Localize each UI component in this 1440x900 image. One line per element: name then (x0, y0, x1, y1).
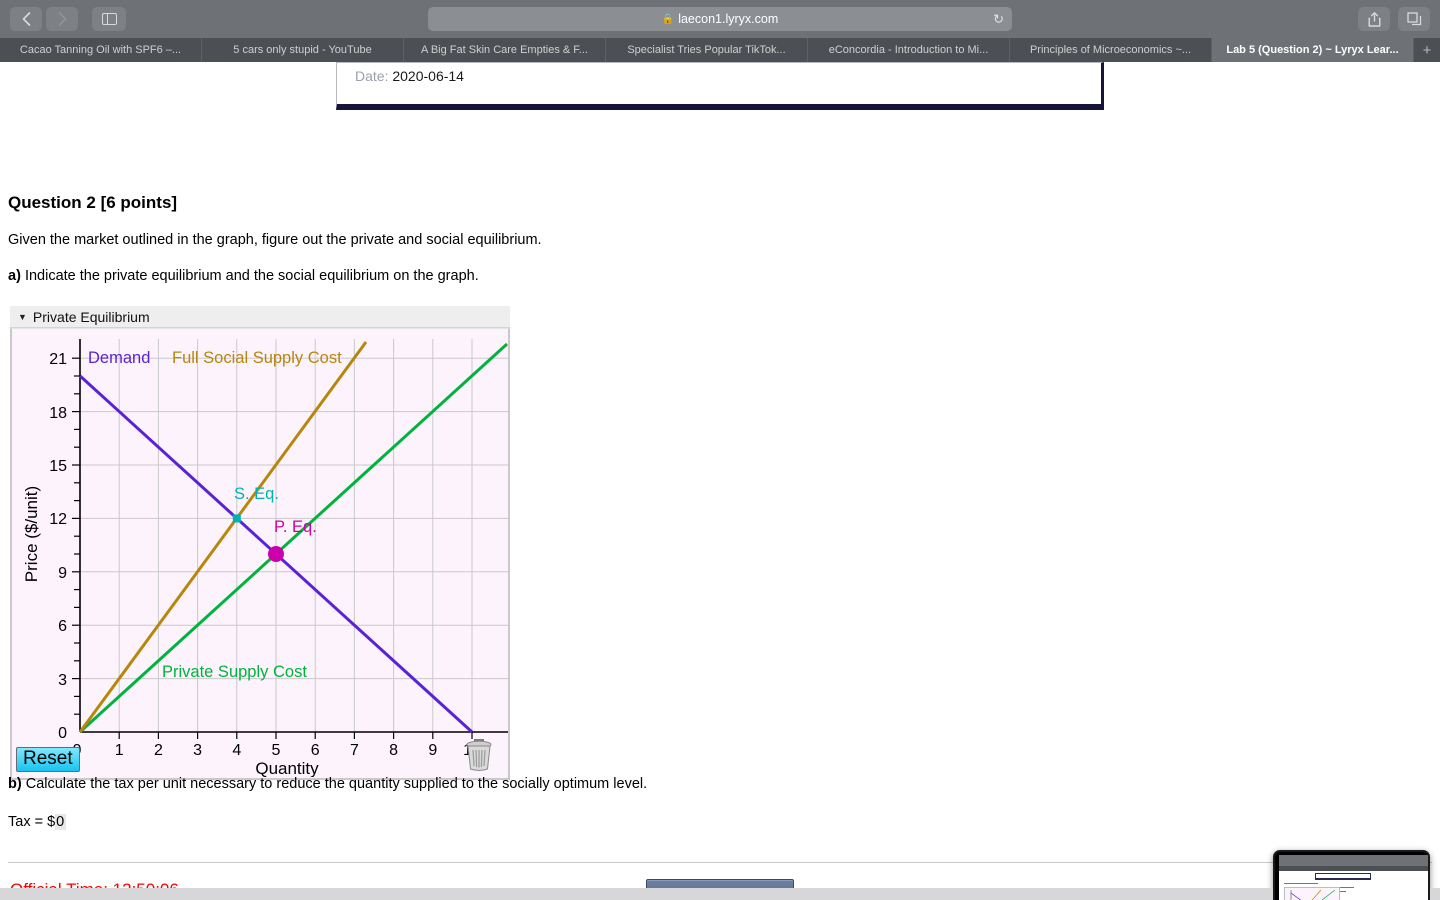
browser-tab-3[interactable]: Specialist Tries Popular TikTok... (606, 38, 808, 62)
y-tick-3: 3 (58, 672, 67, 689)
demand-curve-label: Demand (88, 349, 150, 367)
footer-divider (8, 862, 1432, 863)
question-intro-text: Given the market outlined in the graph, … (8, 232, 542, 248)
applet-panel-title: Private Equilibrium (32, 308, 150, 325)
x-tick-7: 7 (350, 742, 359, 759)
x-tick-6: 6 (311, 742, 320, 759)
question-part-a: a) Indicate the private equilibrium and … (8, 268, 479, 284)
social-equilibrium-label: S. Eq. (234, 485, 279, 503)
tax-answer-line: Tax = $ 0 (8, 814, 67, 830)
browser-tab-5[interactable]: Principles of Microeconomics ~... (1010, 38, 1212, 62)
equilibrium-graph[interactable]: 0 3 6 9 12 15 18 21 0 1 2 3 4 5 (12, 329, 508, 777)
browser-tab-4[interactable]: eConcordia - Introduction to Mi... (808, 38, 1010, 62)
toolbar-right-group (1358, 7, 1430, 31)
social-equilibrium-marker[interactable] (232, 514, 241, 523)
tax-label: Tax = $ (8, 814, 56, 830)
graph-applet: ▼ Private Equilibrium 0 3 6 9 12 15 18 2… (10, 306, 510, 780)
pip-text-line (1284, 883, 1318, 884)
picture-in-picture-window[interactable] (1273, 850, 1430, 900)
tab-bar: Cacao Tanning Oil with SPF6 –... 5 cars … (0, 38, 1440, 62)
back-button[interactable] (10, 7, 42, 31)
browser-toolbar: 🔒 laecon1.lyryx.com ↻ (0, 0, 1440, 38)
y-axis-label: Price ($/unit) (22, 486, 41, 582)
y-tick-9: 9 (58, 565, 67, 582)
chevron-down-icon[interactable]: ▼ (18, 312, 27, 322)
lock-icon: 🔒 (661, 13, 675, 25)
share-icon (1368, 11, 1380, 27)
sidebar-toggle-button[interactable] (92, 7, 126, 31)
assignment-date-value: 2020-06-14 (392, 68, 464, 84)
y-tick-18: 18 (49, 405, 67, 422)
reset-button[interactable]: Reset (16, 747, 80, 772)
private-equilibrium-marker[interactable] (268, 546, 284, 562)
address-bar-container: 🔒 laecon1.lyryx.com ↻ (428, 7, 1012, 31)
pip-header-box (1315, 873, 1371, 880)
assignment-date: Date: 2020-06-14 (355, 68, 464, 84)
browser-chrome: 🔒 laecon1.lyryx.com ↻ Cacao Tanning Oil … (0, 0, 1440, 62)
navigation-buttons (10, 7, 126, 31)
forward-button[interactable] (46, 7, 78, 31)
y-tick-15: 15 (49, 458, 67, 475)
applet-header[interactable]: ▼ Private Equilibrium (10, 306, 510, 328)
pip-page-preview (1279, 855, 1428, 900)
applet-body[interactable]: 0 3 6 9 12 15 18 21 0 1 2 3 4 5 (10, 328, 510, 780)
tabs-overview-icon (1406, 12, 1421, 26)
y-tick-6: 6 (58, 618, 67, 635)
part-b-marker: b) (8, 776, 22, 792)
y-tick-21: 21 (49, 351, 67, 368)
browser-tab-6-active[interactable]: Lab 5 (Question 2) ~ Lyryx Lear... (1212, 38, 1414, 62)
private-equilibrium-label: P. Eq. (274, 518, 317, 536)
trash-icon[interactable] (464, 738, 494, 772)
browser-tab-2[interactable]: A Big Fat Skin Care Empties & F... (404, 38, 606, 62)
x-tick-2: 2 (154, 742, 163, 759)
y-tick-0: 0 (58, 725, 67, 742)
x-tick-4: 4 (232, 742, 241, 759)
x-tick-8: 8 (389, 742, 398, 759)
desktop-strip-right (1430, 888, 1440, 900)
assignment-header-box: Date: 2020-06-14 (336, 62, 1104, 110)
private-supply-cost-label: Private Supply Cost (162, 663, 307, 681)
pip-page-body (1279, 871, 1428, 900)
page-content: Date: 2020-06-14 Question 2 [6 points] G… (0, 62, 1440, 900)
x-tick-1: 1 (115, 742, 124, 759)
question-part-b: b) Calculate the tax per unit necessary … (8, 776, 647, 792)
assignment-date-label: Date: (355, 68, 389, 84)
address-bar[interactable]: 🔒 laecon1.lyryx.com ↻ (428, 7, 1012, 31)
reload-icon[interactable]: ↻ (993, 13, 1004, 26)
chevron-right-icon (58, 12, 66, 26)
tax-input[interactable]: 0 (55, 814, 67, 830)
sidebar-toggle-icon (101, 13, 117, 25)
address-bar-url: laecon1.lyryx.com (678, 12, 779, 26)
pip-browser-toolbar (1279, 855, 1428, 866)
x-tick-9: 9 (428, 742, 437, 759)
share-button[interactable] (1358, 7, 1390, 31)
desktop-strip-left (0, 888, 1273, 900)
full-social-supply-cost-label: Full Social Supply Cost (172, 349, 342, 367)
tabs-overview-button[interactable] (1398, 7, 1430, 31)
part-a-text: Indicate the private equilibrium and the… (24, 268, 479, 284)
x-axis-label: Quantity (255, 759, 319, 777)
y-tick-12: 12 (49, 511, 67, 528)
browser-tab-1[interactable]: 5 cars only stupid - YouTube (202, 38, 404, 62)
part-b-text: Calculate the tax per unit necessary to … (25, 776, 648, 792)
browser-tab-0[interactable]: Cacao Tanning Oil with SPF6 –... (0, 38, 202, 62)
x-tick-5: 5 (272, 742, 281, 759)
chevron-left-icon (22, 12, 30, 26)
page-title: Question 2 [6 points] (8, 193, 178, 212)
part-a-marker: a) (8, 268, 21, 284)
x-tick-3: 3 (193, 742, 202, 759)
pip-graph-thumbnail (1284, 887, 1340, 900)
new-tab-button[interactable]: + (1414, 38, 1440, 62)
